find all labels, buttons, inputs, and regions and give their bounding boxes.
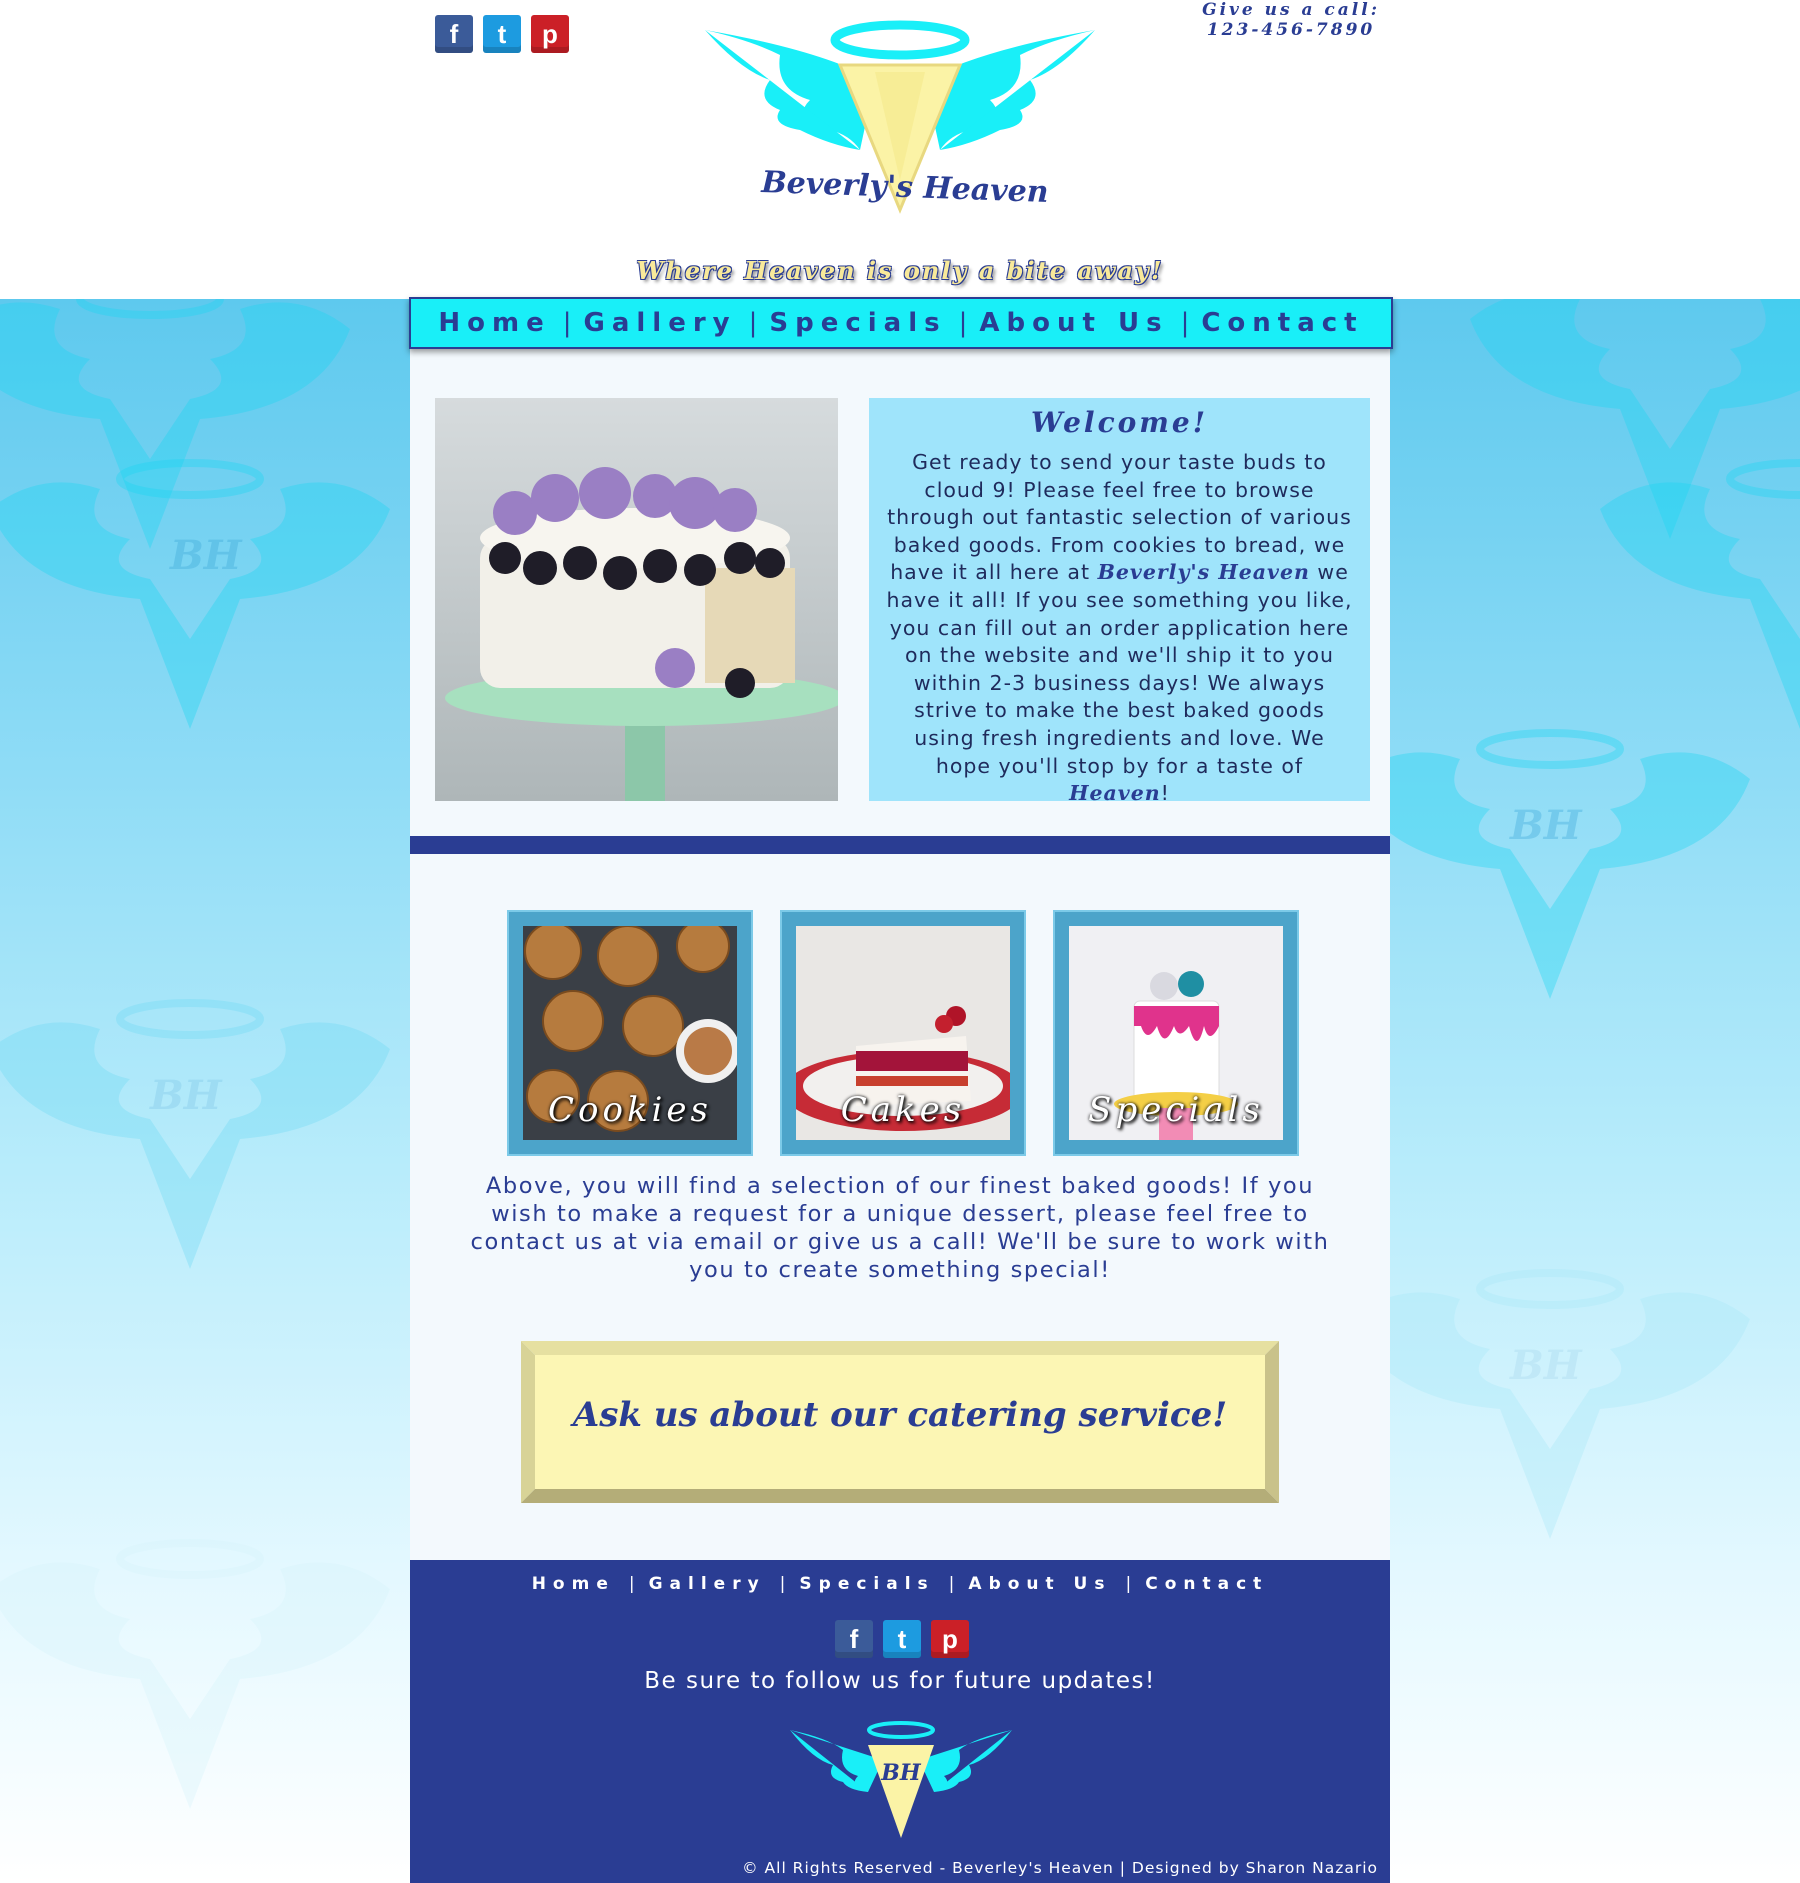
facebook-icon[interactable]: f [435, 15, 473, 53]
welcome-heaven: Heaven [1069, 781, 1161, 806]
gallery-item-specials[interactable]: Specials [1055, 912, 1297, 1154]
nav-separator: | [779, 1574, 786, 1594]
copyright: © All Rights Reserved - Beverley's Heave… [742, 1859, 1378, 1877]
follow-message: Be sure to follow us for future updates! [644, 1668, 1156, 1694]
pinterest-icon[interactable]: p [531, 15, 569, 53]
section-divider [410, 836, 1390, 854]
welcome-brand: Beverly's Heaven [1097, 560, 1310, 585]
welcome-text-part: ! [1160, 781, 1170, 806]
gallery-label: Cookies [548, 1090, 712, 1130]
nav-separator: | [1180, 308, 1190, 338]
bh-wings-mark [0, 1529, 400, 1829]
svg-text:BH: BH [149, 1072, 223, 1119]
call-label: Give us a call: [1202, 0, 1380, 20]
welcome-text: Get ready to send your taste buds to clo… [885, 449, 1354, 808]
twitter-icon[interactable]: t [883, 1620, 921, 1658]
nav-separator: | [628, 1574, 635, 1594]
nav-separator: | [958, 308, 968, 338]
nav-home[interactable]: Home [438, 308, 550, 338]
footer-social-links: f t p [835, 1620, 969, 1658]
phone-number[interactable]: 123-456-7890 [1202, 20, 1380, 40]
footer-nav-contact[interactable]: Contact [1145, 1574, 1268, 1594]
main-nav: Home | Gallery | Specials | About Us | C… [409, 297, 1393, 349]
footer-logo[interactable]: BH [788, 1720, 1014, 1840]
site-footer: Home | Gallery | Specials | About Us | C… [410, 1560, 1390, 1883]
gallery-label: Specials [1088, 1090, 1264, 1130]
nav-about-us[interactable]: About Us [979, 308, 1168, 338]
footer-nav: Home | Gallery | Specials | About Us | C… [410, 1574, 1390, 1594]
gallery-label: Cakes [840, 1090, 966, 1130]
catering-banner[interactable]: Ask us about our catering service! [521, 1341, 1279, 1503]
bh-wings-mark: BH [1340, 719, 1760, 1019]
svg-text:BH: BH [169, 532, 243, 579]
nav-separator: | [748, 308, 758, 338]
svg-text:BH: BH [1509, 802, 1583, 849]
footer-nav-specials[interactable]: Specials [799, 1574, 934, 1594]
nav-contact[interactable]: Contact [1201, 308, 1363, 338]
bh-wings-mark: BH [0, 449, 400, 749]
nav-separator: | [562, 308, 572, 338]
welcome-text-part: we have it all! If you see something you… [886, 560, 1353, 778]
gallery-item-cakes[interactable]: Cakes [782, 912, 1024, 1154]
svg-text:BH: BH [880, 1760, 922, 1786]
nav-separator: | [948, 1574, 955, 1594]
welcome-panel: Welcome! Get ready to send your taste bu… [869, 398, 1370, 805]
welcome-title: Welcome! [1030, 406, 1209, 439]
nav-specials[interactable]: Specials [769, 308, 946, 338]
featured-cake-image [435, 398, 838, 801]
catering-label: Ask us about our catering service! [572, 1395, 1228, 1435]
footer-nav-about-us[interactable]: About Us [968, 1574, 1111, 1594]
svg-text:BH: BH [1509, 1342, 1583, 1389]
footer-nav-gallery[interactable]: Gallery [649, 1574, 766, 1594]
footer-nav-home[interactable]: Home [532, 1574, 615, 1594]
header-social-links: f t p [435, 15, 569, 53]
call-info: Give us a call: 123-456-7890 [1202, 0, 1380, 40]
gallery-description: Above, you will find a selection of our … [470, 1173, 1330, 1283]
gallery-item-cookies[interactable]: Cookies [509, 912, 751, 1154]
pinterest-icon[interactable]: p [931, 1620, 969, 1658]
nav-separator: | [1125, 1574, 1132, 1594]
bh-wings-mark: BH [1340, 1259, 1760, 1559]
site-header: f t p Beverly's Heaven Give us a call: 1… [0, 0, 1800, 299]
facebook-icon[interactable]: f [835, 1620, 873, 1658]
twitter-icon[interactable]: t [483, 15, 521, 53]
nav-gallery[interactable]: Gallery [584, 308, 737, 338]
bh-wings-mark: BH [0, 989, 400, 1289]
bh-wings-mark [1590, 449, 1800, 749]
tagline: Where Heaven is only a bite away! [636, 256, 1164, 285]
